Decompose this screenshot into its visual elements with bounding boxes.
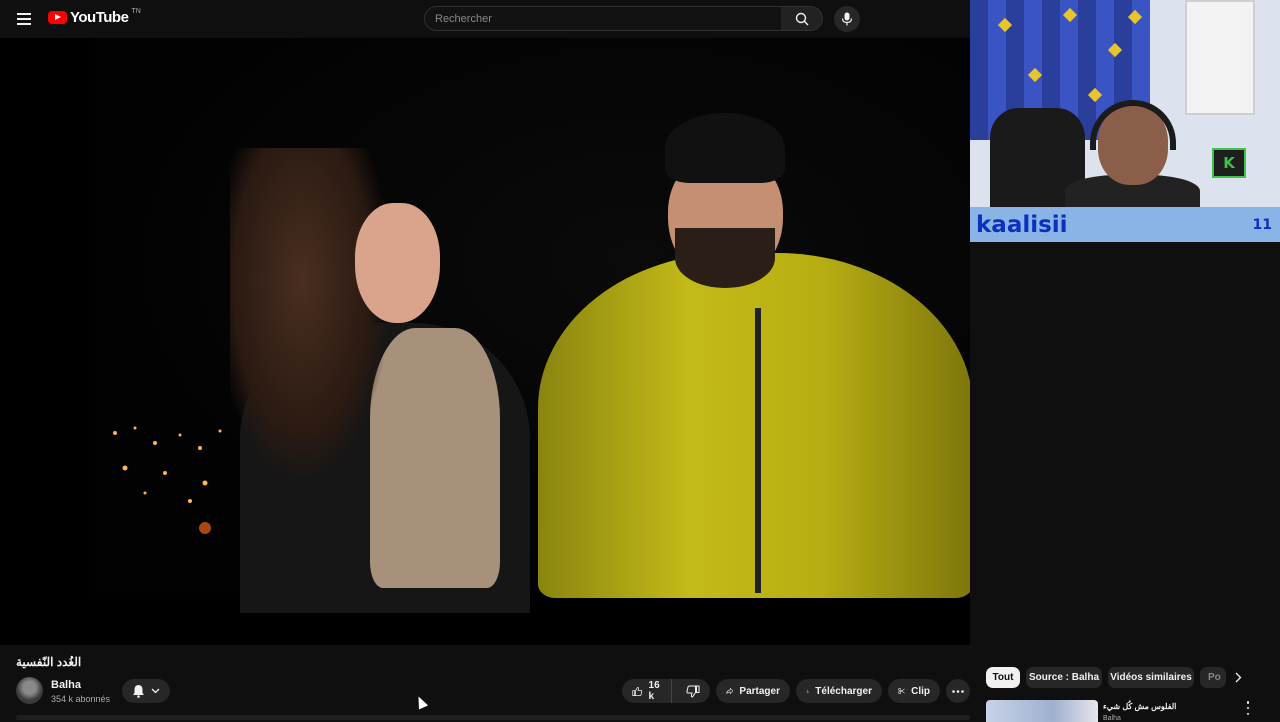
- dislike-button[interactable]: [678, 679, 710, 703]
- recommendation-menu-icon[interactable]: [1244, 701, 1252, 715]
- chip-all[interactable]: Tout: [986, 667, 1020, 688]
- scissors-icon: [898, 687, 905, 695]
- man-yellow-jacket: [538, 253, 970, 598]
- chips-next-button[interactable]: [1230, 669, 1246, 685]
- channel-avatar[interactable]: [16, 677, 43, 704]
- download-label: Télécharger: [815, 685, 872, 697]
- search-button[interactable]: [781, 6, 823, 31]
- thumbs-up-icon: [632, 686, 643, 696]
- woman-face: [355, 203, 440, 323]
- youtube-logo[interactable]: YouTube TN: [48, 8, 141, 26]
- streamer-count: 11: [1252, 216, 1272, 233]
- jacket-zipper: [755, 308, 761, 593]
- man-beard: [675, 228, 775, 288]
- share-label: Partager: [739, 685, 780, 697]
- voice-search-button[interactable]: [834, 6, 860, 32]
- youtube-play-icon: [48, 11, 67, 24]
- woman-hair: [230, 148, 390, 478]
- recommendations-sidebar: Tout Source : Balha Vidéos similaires Po…: [980, 645, 1280, 722]
- video-title: الغُدد النّفسية: [16, 655, 82, 669]
- microphone-icon: [841, 12, 853, 26]
- share-icon: [726, 687, 734, 695]
- more-horizontal-icon: [952, 689, 964, 693]
- logo-text: YouTube: [70, 9, 129, 26]
- webcam-name-bar: kaalisii 11: [970, 207, 1280, 242]
- webcam-overlay: K kaalisii 11: [970, 0, 1280, 242]
- video-player[interactable]: [0, 38, 970, 645]
- hamburger-menu-icon[interactable]: [12, 7, 36, 31]
- chevron-right-icon: [1235, 672, 1241, 682]
- man-beanie: [665, 113, 785, 183]
- like-button[interactable]: 16 k: [622, 679, 673, 703]
- search-icon: [795, 12, 808, 25]
- chip-source[interactable]: Source : Balha: [1026, 667, 1102, 688]
- logo-country-code: TN: [131, 8, 141, 15]
- thumbs-down-icon: [686, 685, 700, 698]
- like-dislike-group: 16 k: [622, 679, 710, 703]
- chip-similar-videos[interactable]: Vidéos similaires: [1108, 667, 1194, 688]
- subscriber-count: 354 k abonnés: [51, 694, 111, 704]
- download-icon: [806, 689, 809, 693]
- chevron-down-icon: [151, 688, 160, 694]
- recommendation-thumbnail[interactable]: [986, 700, 1098, 722]
- notification-bell-button[interactable]: [122, 679, 170, 703]
- description-box-edge: [16, 715, 970, 720]
- more-actions-button[interactable]: [946, 679, 970, 703]
- k-logo-badge: K: [1212, 148, 1246, 178]
- recommendation-title[interactable]: الفلوس مش كُل شيء: [1103, 702, 1176, 711]
- channel-name[interactable]: Balha: [51, 679, 81, 691]
- chip-truncated[interactable]: Po: [1200, 667, 1226, 688]
- search-box: [424, 6, 782, 31]
- streamer-name: kaalisii: [976, 211, 1068, 238]
- window: [1185, 0, 1255, 115]
- bell-icon: [133, 685, 144, 698]
- search-input[interactable]: [425, 7, 781, 30]
- like-count: 16 k: [648, 680, 660, 702]
- share-button[interactable]: Partager: [716, 679, 790, 703]
- download-button[interactable]: Télécharger: [796, 679, 882, 703]
- clip-label: Clip: [911, 685, 930, 697]
- clip-button[interactable]: Clip: [888, 679, 940, 703]
- recommendation-channel: Balha: [1103, 715, 1121, 722]
- video-info: الغُدد النّفسية Balha 354 k abonnés 16 k…: [0, 645, 980, 720]
